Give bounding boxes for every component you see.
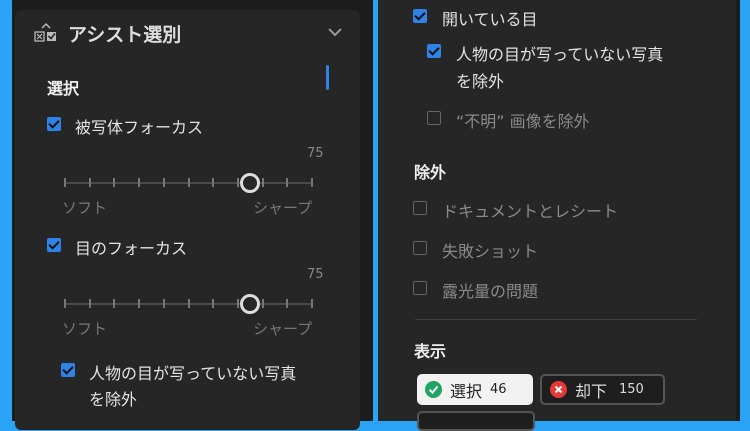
exclude-failed-checkbox[interactable] xyxy=(413,241,427,255)
slider-tick xyxy=(236,178,239,187)
chevron-down-icon[interactable] xyxy=(328,27,342,37)
exclude-exposure-label: 露光量の問題 xyxy=(442,282,539,301)
slider-tick xyxy=(88,299,91,308)
panel-title: アシスト選別 xyxy=(68,24,182,46)
exclude-no-eyes-checkbox[interactable] xyxy=(427,44,441,58)
slider-tick xyxy=(311,178,313,187)
filter-reject-button[interactable]: 却下 150 xyxy=(540,374,665,405)
slider-tick xyxy=(88,178,91,187)
slider-tick xyxy=(113,178,116,187)
section-show-heading: 表示 xyxy=(414,342,447,361)
slider-tick xyxy=(212,178,215,187)
slider-tick xyxy=(311,299,313,308)
slider-min-label: ソフト xyxy=(62,199,108,217)
slider-tick xyxy=(286,178,289,187)
x-circle-icon xyxy=(550,381,567,398)
filter-reject-label: 却下 xyxy=(575,381,608,401)
slider-tick xyxy=(286,299,289,308)
exclude-no-eyes-label: 人物の目が写っていない写真 xyxy=(89,364,297,383)
slider-tick xyxy=(162,299,165,308)
slider-tick xyxy=(138,299,141,308)
filter-select-button[interactable]: 選択 46 xyxy=(417,374,533,405)
eye-focus-value: 75 xyxy=(307,267,324,282)
slider-tick xyxy=(261,299,264,308)
exclude-unknown-checkbox[interactable] xyxy=(427,111,441,125)
eye-focus-slider[interactable] xyxy=(64,294,313,314)
slider-tick xyxy=(261,178,264,187)
slider-max-label: シャープ xyxy=(253,320,313,338)
exclude-documents-label: ドキュメントとレシート xyxy=(442,202,619,221)
filter-select-count: 46 xyxy=(490,382,507,397)
filter-select-label: 選択 xyxy=(450,381,483,401)
check-circle-icon xyxy=(425,381,442,398)
subject-focus-checkbox[interactable] xyxy=(47,117,61,131)
slider-max-label: シャープ xyxy=(253,199,313,217)
slider-tick xyxy=(113,299,116,308)
assist-select-icon xyxy=(34,22,56,42)
slider-tick xyxy=(64,299,66,308)
open-eyes-label: 開いている目 xyxy=(442,10,538,29)
exclude-no-eyes-label: 人物の目が写っていない写真 xyxy=(456,45,664,64)
slider-tick xyxy=(138,178,141,187)
exclude-failed-label: 失敗ショット xyxy=(442,242,539,261)
filter-reject-count: 150 xyxy=(619,382,644,397)
slider-tick xyxy=(187,178,190,187)
exclude-exposure-checkbox[interactable] xyxy=(413,281,427,295)
slider-tick xyxy=(236,299,239,308)
divider xyxy=(415,319,697,320)
eye-focus-label: 目のフォーカス xyxy=(75,239,188,258)
slider-min-label: ソフト xyxy=(62,320,108,338)
exclude-unknown-label: “不明” 画像を除外 xyxy=(456,112,590,131)
exclude-no-eyes-label-cont: を除外 xyxy=(456,72,505,91)
exclude-no-eyes-checkbox[interactable] xyxy=(61,363,75,377)
subject-focus-label: 被写体フォーカス xyxy=(75,118,204,137)
slider-tick xyxy=(162,178,165,187)
exclude-documents-checkbox[interactable] xyxy=(413,201,427,215)
slider-tick xyxy=(64,178,66,187)
open-eyes-checkbox[interactable] xyxy=(413,9,427,23)
subject-focus-value: 75 xyxy=(307,146,324,161)
filter-third-button[interactable] xyxy=(417,411,535,431)
subject-focus-slider[interactable] xyxy=(64,173,313,193)
slider-tick xyxy=(187,299,190,308)
section-exclude-heading: 除外 xyxy=(414,163,447,182)
eye-focus-checkbox[interactable] xyxy=(47,238,61,252)
slider-tick xyxy=(212,299,215,308)
exclude-no-eyes-label-cont: を除外 xyxy=(89,390,138,409)
scrollbar[interactable] xyxy=(326,65,329,90)
section-select-heading: 選択 xyxy=(47,79,80,98)
